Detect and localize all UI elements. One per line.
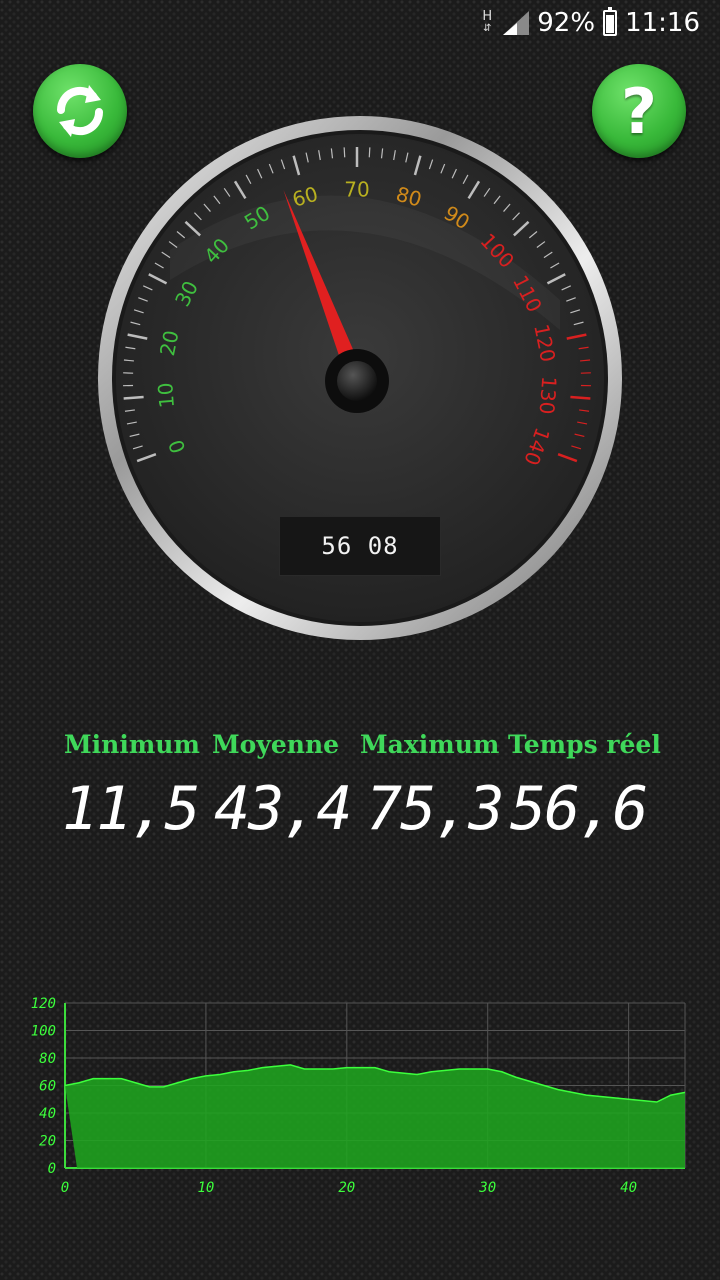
x-tick-label: 0 <box>61 1180 69 1196</box>
x-tick-label: 20 <box>338 1180 355 1196</box>
gauge-tick-label: 10 <box>153 382 179 409</box>
maximum-value: 75,3 <box>366 774 504 844</box>
minimum-label: Minimum <box>64 730 200 759</box>
y-tick-label: 100 <box>31 1024 56 1040</box>
temps-reel-label: Temps réel <box>508 730 661 759</box>
gauge-hub <box>337 361 377 401</box>
y-tick-label: 0 <box>48 1161 56 1177</box>
y-tick-label: 120 <box>31 996 56 1012</box>
gauge-tick <box>368 147 371 158</box>
moyenne-label: Moyenne <box>212 730 340 759</box>
moyenne-value: 43,4 <box>214 774 352 844</box>
x-tick-label: 30 <box>478 1180 496 1196</box>
y-tick-label: 40 <box>39 1106 56 1122</box>
y-tick-label: 80 <box>39 1051 56 1067</box>
gauge-tick-label: 130 <box>535 375 562 415</box>
gauge-tick <box>123 395 144 400</box>
gauge-tick <box>343 147 346 158</box>
speed-readout: 56 08 <box>279 516 441 576</box>
gauge-tick <box>570 395 591 400</box>
y-tick-label: 60 <box>39 1079 56 1095</box>
gauge-tick-label: 20 <box>155 328 184 358</box>
chart-area-series <box>65 1064 685 1168</box>
x-tick-label: 10 <box>197 1180 214 1196</box>
chart-y-tick-labels: 0 20 40 60 80 100 120 <box>31 996 56 1177</box>
minimum-value: 11,5 <box>62 774 200 844</box>
chart-x-tick-labels: 0 10 20 30 40 <box>61 1180 637 1196</box>
x-tick-label: 40 <box>620 1180 637 1196</box>
temps-reel-value: 56,6 <box>510 774 648 844</box>
gauge-tick-label: 70 <box>344 178 369 202</box>
speed-history-chart: 0 20 40 60 80 100 120 0 10 20 30 40 <box>31 996 686 1196</box>
maximum-label: Maximum <box>360 730 500 759</box>
y-tick-label: 20 <box>39 1134 56 1150</box>
